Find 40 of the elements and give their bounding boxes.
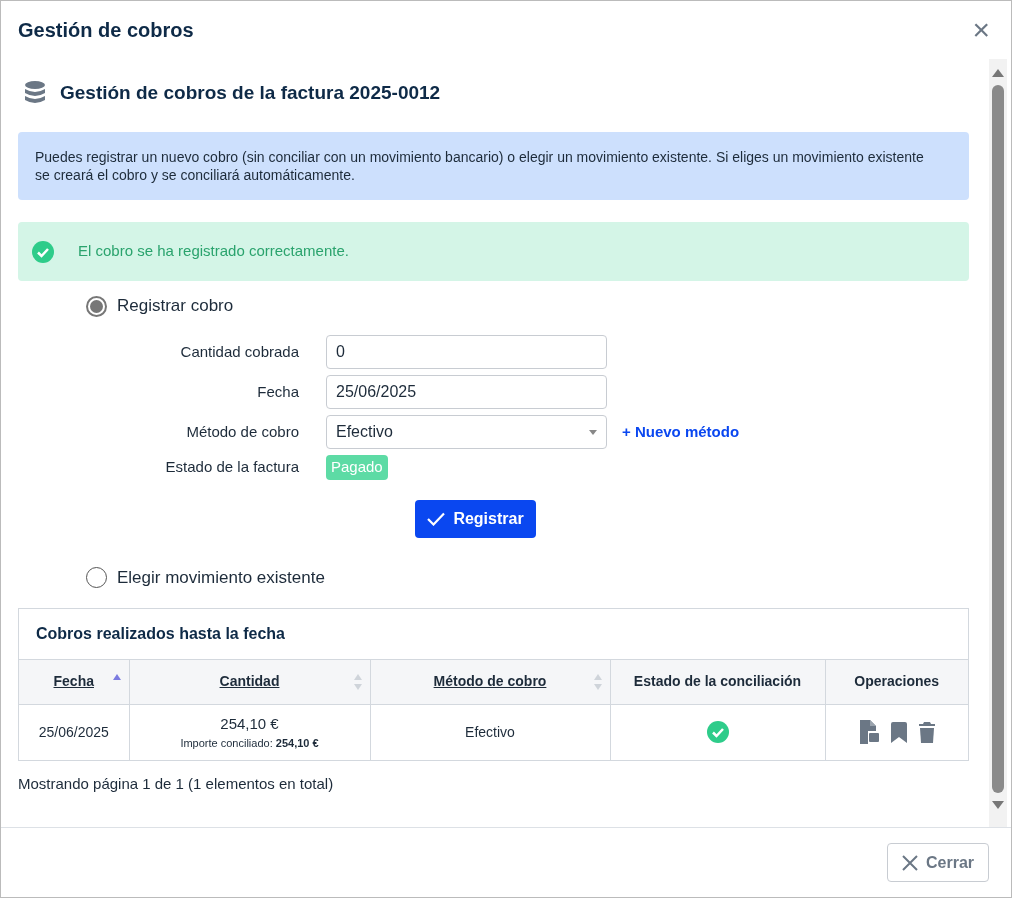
amount-text: 254,10 € [219,713,280,734]
field-label: Fecha [256,381,300,402]
info-alert: Puedes registrar un nuevo cobro (sin conciliar con un movimiento bancario) o elegir un movimiento existente. Si eliges un movimiento existente se creará el cobro y se conciliará automáticamente. [18,132,969,200]
trash-icon[interactable] [918,721,935,743]
column-header[interactable]: Fecha [19,659,129,705]
close-button[interactable]: × [968,15,994,45]
close-icon [901,854,918,871]
column-header[interactable]: Método de cobro [370,659,610,705]
new-method-link[interactable]: + Nuevo método [622,420,740,444]
table-cell: Efectivo [370,704,610,760]
pagination-summary: Mostrando página 1 de 1 (1 elementos en total) [18,773,335,794]
column-header: Operaciones [825,659,968,705]
column-header: Estado de la conciliación [610,659,825,705]
dialog-title: Gestión de cobros [18,18,194,43]
scroll-down-icon[interactable] [992,801,1004,809]
check-icon [427,511,446,526]
database-icon [24,81,46,105]
bookmark-icon[interactable] [890,721,907,743]
table-cell: 25/06/2025 [19,704,129,760]
radio-option[interactable]: Elegir movimiento existente [86,562,969,593]
field-label: Estado de la factura [164,457,300,477]
close-dialog-button[interactable]: Cerrar [886,843,989,882]
radio-option[interactable]: Registrar cobro [86,291,969,321]
scroll-up-icon[interactable] [992,69,1004,77]
select-field[interactable]: Efectivo [326,415,607,449]
reconciled-amount: Importe conciliado: 254,10 € [179,736,320,752]
register-button[interactable]: Registrar [415,499,536,538]
text-input[interactable]: 25/06/2025 [326,375,607,409]
table-title: Cobros realizados hasta la fecha [36,623,285,644]
field-label: Método de cobro [185,421,300,442]
status-badge: Pagado [326,455,388,480]
invoice-heading: Gestión de cobros de la factura 2025-0012 [60,80,441,105]
column-header[interactable]: Cantidad [129,659,370,705]
success-message: El cobro se ha registrado correctamente. [78,241,349,262]
caret-icon [589,429,597,435]
check-circle-icon [32,240,54,263]
pdf-file-icon[interactable] [858,720,879,745]
text-input[interactable]: 0 [326,335,607,369]
scrollbar[interactable] [989,59,1007,827]
field-label: Cantidad cobrada [179,341,300,362]
